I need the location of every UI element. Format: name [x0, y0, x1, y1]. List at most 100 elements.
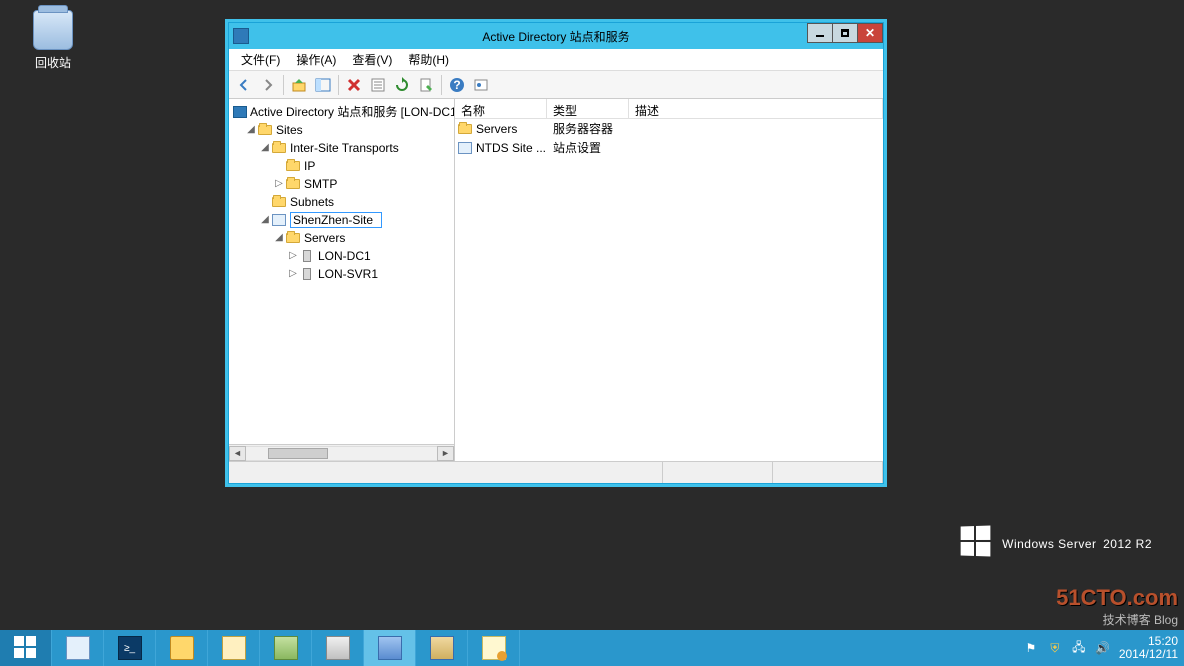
system-tray: ⚑ ⛨ 🖧 🔊 15:20 2014/12/11	[1017, 630, 1184, 666]
back-button[interactable]	[233, 74, 255, 96]
tray-sound-icon[interactable]: 🔊	[1095, 640, 1111, 656]
settings-button[interactable]	[470, 74, 492, 96]
status-section-2	[663, 462, 773, 483]
list-headers: 名称 类型 描述	[455, 99, 883, 119]
tree-subnets-label: Subnets	[290, 193, 334, 211]
network-icon	[326, 636, 350, 660]
taskbar-app-6[interactable]	[468, 630, 520, 666]
taskbar: ≥_ ⚑ ⛨ 🖧 🔊 15:20 2014/12/11	[0, 630, 1184, 666]
tree-sites-label: Sites	[276, 121, 303, 139]
menu-file[interactable]: 文件(F)	[233, 48, 288, 71]
taskbar-ad-sites[interactable]	[364, 630, 416, 666]
recycle-bin-icon	[33, 10, 73, 50]
taskbar-app-2[interactable]	[260, 630, 312, 666]
windows-start-icon	[14, 636, 38, 660]
folder-icon	[272, 197, 286, 207]
show-hide-tree-button[interactable]	[312, 74, 334, 96]
up-button[interactable]	[288, 74, 310, 96]
row-type: 站点设置	[547, 139, 629, 156]
folder-icon	[286, 233, 300, 243]
scroll-right-button[interactable]: ►	[437, 446, 454, 461]
tree-smtp[interactable]: ▷ SMTP	[231, 175, 454, 193]
maximize-button[interactable]	[832, 23, 858, 43]
scroll-track[interactable]	[246, 446, 437, 461]
menu-action[interactable]: 操作(A)	[288, 48, 344, 71]
taskbar-powershell[interactable]: ≥_	[104, 630, 156, 666]
tree-root[interactable]: Active Directory 站点和服务 [LON-DC1.ad	[231, 103, 454, 121]
tree-pane[interactable]: Active Directory 站点和服务 [LON-DC1.ad ◢ Sit…	[229, 99, 455, 461]
tree-servers[interactable]: ◢ Servers	[231, 229, 454, 247]
taskbar-explorer[interactable]	[156, 630, 208, 666]
branding-text: Windows Server 2012 R2	[1002, 528, 1152, 554]
tray-flag-icon[interactable]: ⚑	[1023, 640, 1039, 656]
menu-view[interactable]: 查看(V)	[344, 48, 400, 71]
watermark-line2: 技术博客 Blog	[1056, 611, 1178, 628]
tray-network-icon[interactable]: 🖧	[1071, 640, 1087, 656]
ad-root-icon	[233, 106, 247, 118]
window-title: Active Directory 站点和服务	[229, 28, 883, 45]
tree-smtp-label: SMTP	[304, 175, 337, 193]
toolbar: ?	[229, 71, 883, 99]
notes-icon	[482, 636, 506, 660]
tree-dc1-label: LON-DC1	[318, 247, 371, 265]
scroll-left-button[interactable]: ◄	[229, 446, 246, 461]
close-button[interactable]: ✕	[857, 23, 883, 43]
taskbar-app-1[interactable]	[208, 630, 260, 666]
column-type[interactable]: 类型	[547, 99, 629, 118]
tree-root-label: Active Directory 站点和服务 [LON-DC1.ad	[250, 103, 455, 121]
tree-lon-svr1[interactable]: ▷ LON-SVR1	[231, 265, 454, 283]
watermark-line1: 51CTO.com	[1056, 585, 1178, 611]
tree-inter-site-transports[interactable]: ◢ Inter-Site Transports	[231, 139, 454, 157]
rename-input[interactable]	[290, 212, 382, 228]
tree-subnets[interactable]: Subnets	[231, 193, 454, 211]
server-icon	[303, 250, 311, 262]
tool-icon	[222, 636, 246, 660]
tree-ip-label: IP	[304, 157, 315, 175]
scroll-thumb[interactable]	[268, 448, 328, 459]
tree-svr1-label: LON-SVR1	[318, 265, 378, 283]
taskbar-app-3[interactable]	[312, 630, 364, 666]
list-item[interactable]: Servers 服务器容器	[455, 119, 883, 138]
row-name: Servers	[476, 122, 517, 136]
statusbar	[229, 461, 883, 483]
tree-lon-dc1[interactable]: ▷ LON-DC1	[231, 247, 454, 265]
watermark: 51CTO.com 技术博客 Blog	[1056, 585, 1178, 628]
tray-date-label: 2014/12/11	[1119, 648, 1178, 661]
folder-icon	[286, 179, 300, 189]
status-section-3	[773, 462, 883, 483]
tray-shield-icon[interactable]: ⛨	[1047, 640, 1063, 656]
site-icon	[272, 214, 286, 226]
admin-icon	[430, 636, 454, 660]
tree-shenzhen-site[interactable]: ◢	[231, 211, 454, 229]
list-item[interactable]: NTDS Site ... 站点设置	[455, 138, 883, 157]
refresh-button[interactable]	[391, 74, 413, 96]
taskbar-server-manager[interactable]	[52, 630, 104, 666]
server-manager-icon	[66, 636, 90, 660]
column-desc[interactable]: 描述	[629, 99, 883, 118]
taskbar-app-5[interactable]	[416, 630, 468, 666]
properties-button[interactable]	[367, 74, 389, 96]
start-button[interactable]	[0, 630, 52, 666]
delete-button[interactable]	[343, 74, 365, 96]
windows-server-branding: Windows Server 2012 R2	[960, 526, 1152, 556]
desktop-icon-recycle-bin[interactable]: 回收站	[18, 10, 88, 71]
menu-help[interactable]: 帮助(H)	[400, 48, 457, 71]
folder-icon	[272, 143, 286, 153]
minimize-button[interactable]	[807, 23, 833, 43]
forward-button[interactable]	[257, 74, 279, 96]
app-icon	[233, 28, 249, 44]
tree-sites[interactable]: ◢ Sites	[231, 121, 454, 139]
column-name[interactable]: 名称	[455, 99, 547, 118]
group-icon	[274, 636, 298, 660]
tree-hscrollbar[interactable]: ◄ ►	[229, 444, 454, 461]
server-icon	[303, 268, 311, 280]
tray-clock[interactable]: 15:20 2014/12/11	[1119, 635, 1178, 661]
row-name: NTDS Site ...	[476, 141, 546, 155]
tree-inter-site-label: Inter-Site Transports	[290, 139, 399, 157]
export-button[interactable]	[415, 74, 437, 96]
titlebar[interactable]: Active Directory 站点和服务 ✕	[229, 23, 883, 49]
list-pane[interactable]: 名称 类型 描述 Servers 服务器容器 NTDS Site ... 站点设…	[455, 99, 883, 461]
help-button[interactable]: ?	[446, 74, 468, 96]
status-section-1	[229, 462, 663, 483]
tree-ip[interactable]: IP	[231, 157, 454, 175]
